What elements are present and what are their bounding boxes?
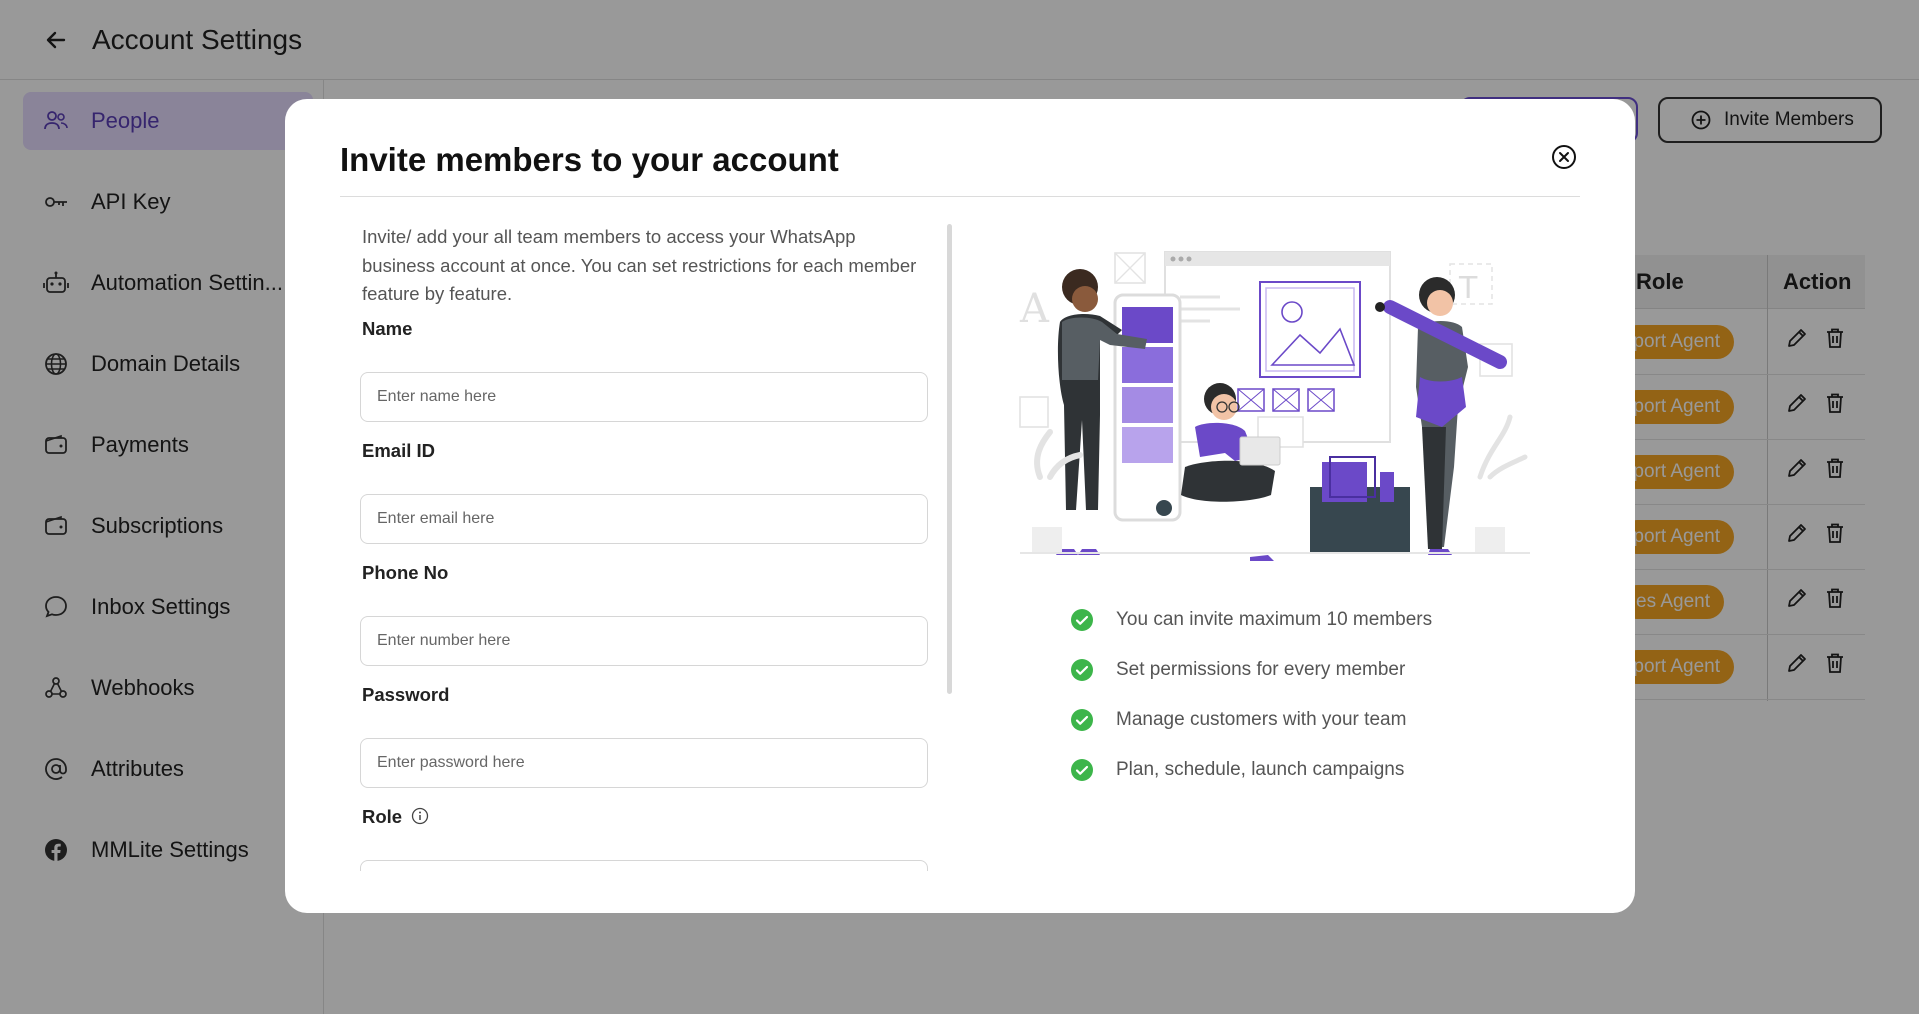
phone-input[interactable]: Enter number here	[360, 616, 928, 666]
modal-title: Invite members to your account	[340, 141, 839, 178]
check-circle-icon	[1070, 608, 1094, 632]
email-label: Email ID	[362, 440, 435, 461]
role-label-group: Role	[362, 806, 429, 828]
invite-members-modal: Invite members to your account Invite/ a…	[285, 99, 1635, 913]
password-label: Password	[362, 684, 450, 705]
invite-form: Invite/ add your all team members to acc…	[340, 219, 955, 871]
feature-text: Set permissions for every member	[1116, 659, 1406, 680]
modal-intro-text: Invite/ add your all team members to acc…	[362, 226, 917, 304]
password-input[interactable]: Enter password here	[360, 738, 928, 788]
role-label: Role	[362, 806, 403, 827]
feature-text: Plan, schedule, launch campaigns	[1116, 759, 1405, 780]
svg-text:A: A	[1019, 286, 1050, 332]
feature-item: Set permissions for every member	[1070, 658, 1405, 682]
feature-text: You can invite maximum 10 members	[1116, 609, 1433, 630]
name-label: Name	[362, 318, 413, 339]
role-select[interactable]	[360, 860, 928, 871]
name-input[interactable]: Enter name here	[360, 372, 928, 422]
check-circle-icon	[1070, 658, 1094, 682]
close-icon[interactable]	[1551, 144, 1577, 170]
feature-text: Manage customers with your team	[1116, 709, 1407, 730]
email-input[interactable]: Enter email here	[360, 494, 928, 544]
modal-divider	[340, 196, 1580, 197]
svg-text:T: T	[1458, 271, 1478, 306]
form-scrollbar[interactable]	[947, 224, 952, 694]
feature-item: Plan, schedule, launch campaigns	[1070, 758, 1404, 782]
info-icon[interactable]	[411, 807, 429, 825]
check-circle-icon	[1070, 758, 1094, 782]
check-circle-icon	[1070, 708, 1094, 732]
feature-item: You can invite maximum 10 members	[1070, 608, 1432, 632]
feature-item: Manage customers with your team	[1070, 708, 1406, 732]
phone-label: Phone No	[362, 562, 449, 583]
team-illustration: A T	[1010, 227, 1540, 577]
